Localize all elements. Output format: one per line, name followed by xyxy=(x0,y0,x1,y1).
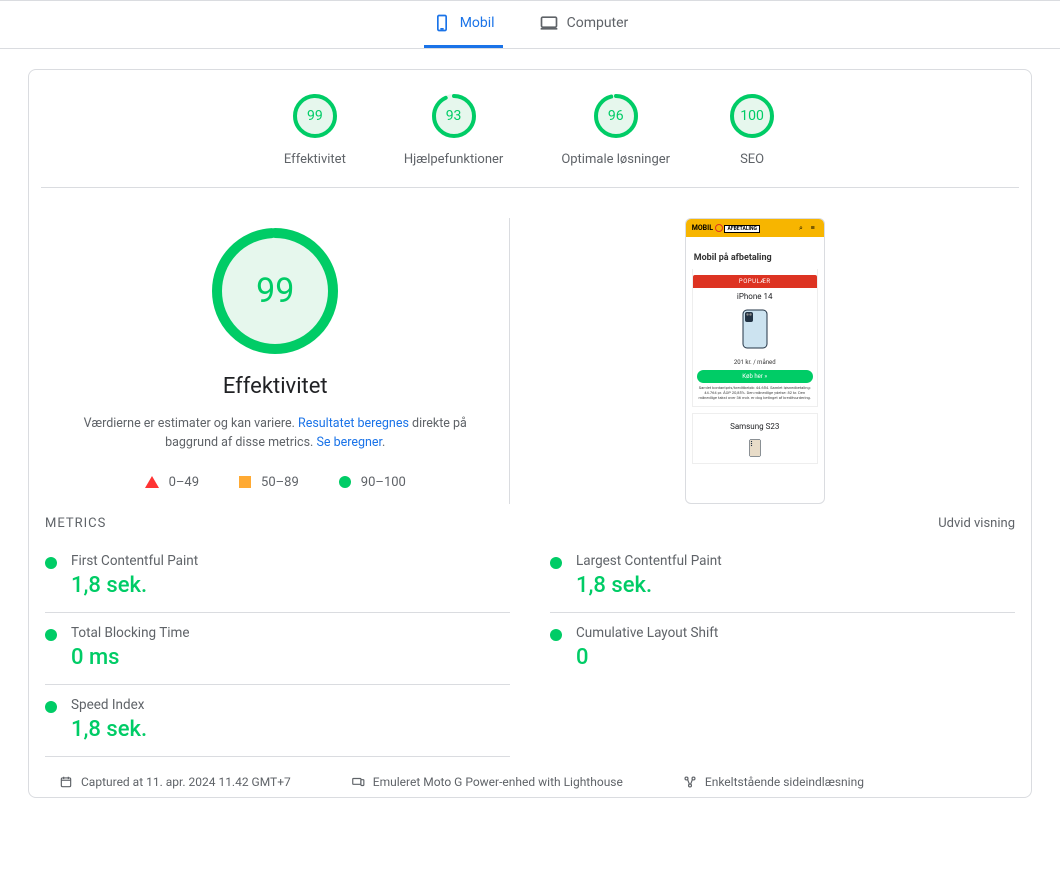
triangle-icon xyxy=(145,476,159,488)
gauge-best-practices[interactable]: 96 Optimale løsninger xyxy=(561,92,670,167)
tab-computer[interactable]: Computer xyxy=(531,1,637,48)
gauge-seo[interactable]: 100 SEO xyxy=(728,92,776,167)
status-dot-pass xyxy=(45,557,57,569)
link-score-calc[interactable]: Resultatet beregnes xyxy=(298,416,409,431)
link-calculator[interactable]: Se beregner xyxy=(316,435,382,450)
network-icon xyxy=(683,775,697,789)
metric-name: Speed Index xyxy=(71,697,510,713)
preview-brand: MOBIL AFBETALING xyxy=(692,224,760,233)
mobile-icon xyxy=(432,13,452,33)
metric-value: 1,8 sek. xyxy=(576,573,1015,598)
preview-header: MOBIL AFBETALING ⌕ ≡ xyxy=(686,219,824,237)
metric-value: 0 xyxy=(576,645,1015,670)
metric-value: 1,8 sek. xyxy=(71,573,510,598)
preview-product: POPULÆR iPhone 14 201 kr. / måned Køb he… xyxy=(692,269,818,407)
disclaimer-text: Værdierne er estimater og kan variere. xyxy=(84,416,298,431)
status-dot-pass xyxy=(45,701,57,713)
legend-range: 50–89 xyxy=(261,475,299,490)
device-icon xyxy=(351,775,365,789)
metrics-col-right: Largest Contentful Paint 1,8 sek. Cumulat… xyxy=(550,541,1015,757)
metric-name: Largest Contentful Paint xyxy=(576,553,1015,569)
metric-tbt: Total Blocking Time 0 ms xyxy=(45,613,510,685)
metric-si: Speed Index 1,8 sek. xyxy=(45,685,510,757)
metric-value: 0 ms xyxy=(71,645,510,670)
expand-view-link[interactable]: Udvid visning xyxy=(938,516,1015,531)
gauge-score: 99 xyxy=(291,92,339,140)
calendar-icon xyxy=(59,775,73,789)
device-tabs: Mobil Computer xyxy=(0,0,1060,49)
legend-range: 0–49 xyxy=(169,475,199,490)
preview-body: Mobil på afbetaling POPULÆR iPhone 14 20… xyxy=(686,237,824,474)
square-icon xyxy=(239,476,251,488)
tab-mobile-label: Mobil xyxy=(460,15,495,31)
period: . xyxy=(382,435,385,450)
gauge-score: 96 xyxy=(592,92,640,140)
legend-range: 90–100 xyxy=(361,475,406,490)
score-gauges-row: 99 Effektivitet 93 Hjælpefunktioner 96 O… xyxy=(41,70,1019,188)
metrics-title: METRICS xyxy=(45,516,106,531)
metric-name: Cumulative Layout Shift xyxy=(576,625,1015,641)
gauge-score: 100 xyxy=(728,92,776,140)
performance-detail: 99 Effektivitet Værdierne er estimater o… xyxy=(29,188,1031,504)
loading-info: Enkeltstående sideindlæsning xyxy=(683,775,864,789)
captured-text: Captured at 11. apr. 2024 11.42 GMT+7 xyxy=(81,775,291,789)
gauge-label: SEO xyxy=(740,152,764,167)
big-gauge-score: 99 xyxy=(210,226,340,356)
tab-computer-label: Computer xyxy=(567,15,629,31)
preview-note: Samlet kontantpris/kreditbeløb: 44.654. … xyxy=(697,386,813,400)
report-footer: Captured at 11. apr. 2024 11.42 GMT+7 Em… xyxy=(29,757,1031,789)
status-dot-pass xyxy=(550,629,562,641)
gauge-score: 93 xyxy=(430,92,478,140)
status-dot-pass xyxy=(45,629,57,641)
preview-nav-icons: ⌕ ≡ xyxy=(799,224,818,233)
phone-image xyxy=(693,435,817,463)
legend-avg: 50–89 xyxy=(239,475,299,490)
preview-product-name: iPhone 14 xyxy=(693,292,817,301)
metrics-header: METRICS Udvid visning xyxy=(29,504,1031,537)
status-dot-pass xyxy=(550,557,562,569)
metric-name: Total Blocking Time xyxy=(71,625,510,641)
emulated-info: Emuleret Moto G Power-enhed with Lightho… xyxy=(351,775,623,789)
preview-buy-button: Køb her » xyxy=(697,370,813,383)
metric-fcp: First Contentful Paint 1,8 sek. xyxy=(45,541,510,613)
performance-title: Effektivitet xyxy=(223,374,328,399)
emulated-text: Emuleret Moto G Power-enhed with Lightho… xyxy=(373,775,623,789)
big-gauge: 99 xyxy=(210,226,340,356)
legend-fail: 0–49 xyxy=(145,475,199,490)
report-card: 99 Effektivitet 93 Hjælpefunktioner 96 O… xyxy=(28,69,1032,798)
gauge-label: Optimale løsninger xyxy=(561,152,670,167)
gauge-label: Hjælpefunktioner xyxy=(404,152,503,167)
performance-disclaimer: Værdierne er estimater og kan variere. R… xyxy=(75,415,475,453)
metric-name: First Contentful Paint xyxy=(71,553,510,569)
gauge-performance[interactable]: 99 Effektivitet xyxy=(284,92,346,167)
phone-preview: MOBIL AFBETALING ⌕ ≡ Mobil på afbetaling… xyxy=(685,218,825,504)
preview-price: 201 kr. / måned xyxy=(693,359,817,366)
gauge-accessibility[interactable]: 93 Hjælpefunktioner xyxy=(404,92,503,167)
legend-pass: 90–100 xyxy=(339,475,406,490)
phone-image xyxy=(693,305,817,355)
metrics-col-left: First Contentful Paint 1,8 sek. Total Blo… xyxy=(45,541,510,757)
metric-value: 1,8 sek. xyxy=(71,717,510,742)
preview-product-name: Samsung S23 xyxy=(693,422,817,431)
captured-info: Captured at 11. apr. 2024 11.42 GMT+7 xyxy=(59,775,291,789)
tab-mobile[interactable]: Mobil xyxy=(424,1,503,48)
metric-cls: Cumulative Layout Shift 0 xyxy=(550,613,1015,684)
screenshot-preview: MOBIL AFBETALING ⌕ ≡ Mobil på afbetaling… xyxy=(510,218,1019,504)
metric-lcp: Largest Contentful Paint 1,8 sek. xyxy=(550,541,1015,613)
preview-product: Samsung S23 xyxy=(692,413,818,464)
metrics-grid: First Contentful Paint 1,8 sek. Total Blo… xyxy=(29,537,1031,757)
preview-heading: Mobil på afbetaling xyxy=(692,253,818,263)
loading-text: Enkeltstående sideindlæsning xyxy=(705,775,864,789)
computer-icon xyxy=(539,13,559,33)
performance-summary: 99 Effektivitet Værdierne er estimater o… xyxy=(41,218,510,504)
circle-icon xyxy=(339,476,351,488)
gauge-label: Effektivitet xyxy=(284,152,346,167)
preview-badge: POPULÆR xyxy=(693,275,817,288)
score-legend: 0–49 50–89 90–100 xyxy=(145,475,406,490)
